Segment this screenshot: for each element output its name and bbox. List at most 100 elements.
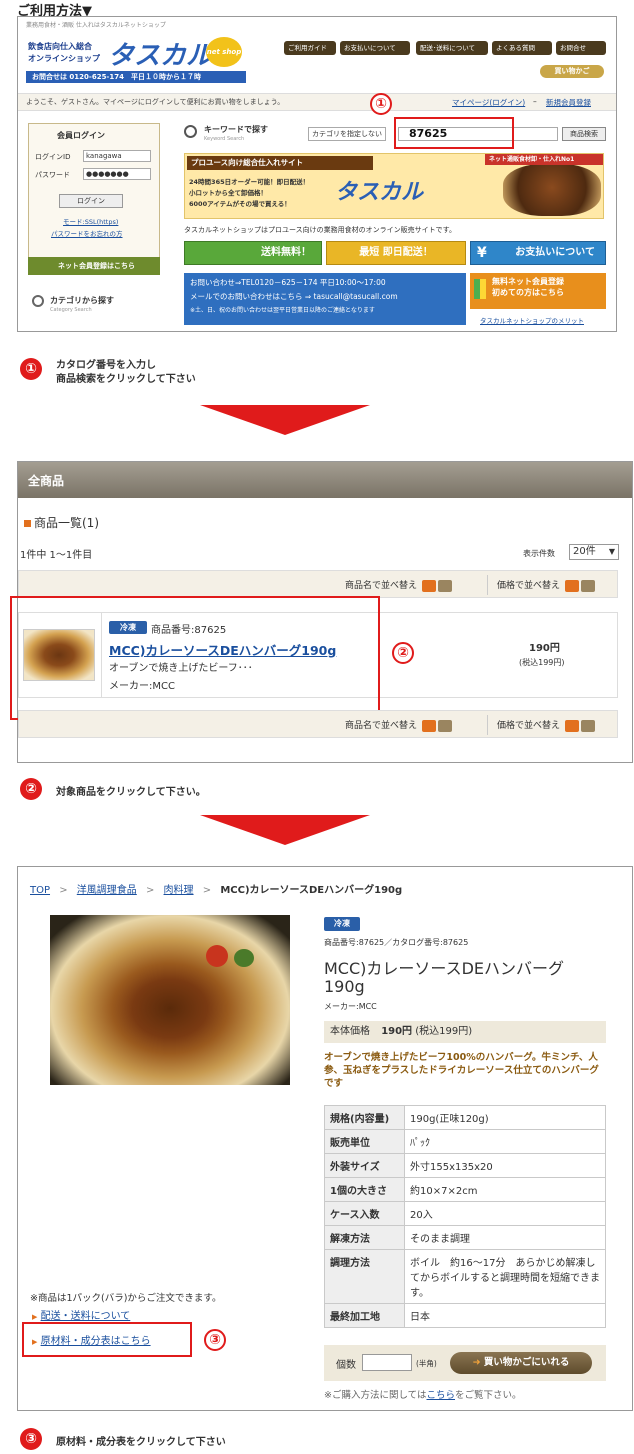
site-tagline: 業務用食材・酒販 仕入れはタスカルネットショップ [26, 22, 166, 29]
ssl-mode-link[interactable]: モード:SSL(https) [63, 216, 118, 226]
cart-box: 個数 (半角) ➜ 買い物かごにいれる [324, 1345, 606, 1381]
login-pw-input[interactable]: ●●●●●●● [83, 168, 151, 180]
sort-price-asc-button-bottom[interactable] [564, 719, 579, 732]
member-line2: 初めての方はこちら [492, 288, 564, 297]
payment-info-label: お支払いについて [515, 247, 595, 258]
logo-line1: 飲食店向仕入総合 [28, 42, 92, 51]
product-highlight [10, 596, 380, 720]
contact-line3: ※土、日、祝のお問い合わせは翌平日営業日以降のご連絡となります [190, 307, 375, 314]
spec-value: 20入 [404, 1201, 606, 1226]
product-image [50, 915, 290, 1085]
sort-bar-bottom: 商品名で並べ替え 価格で並べ替え [18, 710, 618, 738]
list-bullet [24, 520, 31, 527]
step2-marker: ② [392, 642, 414, 664]
login-button[interactable]: ログイン [59, 194, 123, 208]
sort-price-desc-button-bottom[interactable] [580, 719, 595, 732]
spec-value: 190g(正味120g) [404, 1105, 606, 1130]
payment-info-button[interactable]: ¥ お支払いについて [470, 241, 606, 265]
product-price-tax: (税込199円) [519, 658, 565, 667]
spec-key: ケース入数 [324, 1201, 405, 1226]
spec-key: 外装サイズ [324, 1153, 405, 1178]
step1-screenshot: 業務用食材・酒販 仕入れはタスカルネットショップ 飲食店向仕入総合 オンラインシ… [17, 16, 617, 332]
member-line1: 無料ネット会員登録 [492, 277, 564, 286]
login-box: 会員ログイン ログインID kanagawa パスワード ●●●●●●● ログイ… [28, 123, 160, 263]
breadcrumb-category[interactable]: 洋風調理食品 [77, 885, 137, 896]
sort-name-label-bottom: 商品名で並べ替え [345, 721, 418, 731]
site-logo[interactable]: 飲食店向仕入総合 オンラインショップ タスカル net shop お問合せは 0… [26, 31, 251, 83]
magnifier-icon [32, 295, 44, 307]
cart-button[interactable]: 買い物かご [540, 65, 604, 78]
frozen-badge-detail: 冷凍 [324, 917, 360, 931]
register-banner[interactable]: ネット会員登録はこちら [28, 257, 160, 275]
per-page-select[interactable]: 20件 ▼ [569, 544, 619, 560]
instruction2-text: 対象商品をクリックして下さい。 [56, 787, 206, 798]
order-note: ※商品は1パック(バラ)からご注文できます。 [30, 1293, 222, 1304]
shipping-link[interactable]: 配送・送料について [41, 1311, 131, 1322]
spec-value: ﾊﾟｯｸ [404, 1129, 606, 1154]
step3-screenshot: TOP > 洋風調理食品 > 肉料理 > MCC)カレーソースDEハンバーグ19… [17, 866, 633, 1411]
nav-guide[interactable]: ご利用ガイド [284, 41, 336, 55]
nav-payment[interactable]: お支払いについて [340, 41, 410, 55]
help-link[interactable]: こちら [427, 1390, 456, 1401]
product-title-line2: 190g [324, 977, 365, 996]
sort-name-desc-button[interactable] [437, 579, 452, 592]
breadcrumb-sep-2: > [145, 885, 155, 896]
add-to-cart-label: 買い物かごにいれる [483, 1357, 570, 1368]
help-suffix: をご覧下さい。 [455, 1390, 522, 1401]
instruction3-text: 原材料・成分表をクリックして下さい [56, 1437, 226, 1448]
help-prefix: ※ご購入方法に関しては [324, 1390, 427, 1401]
product-numbers: 商品番号:87625／カタログ番号:87625 [324, 938, 469, 947]
price-value: 190円 [381, 1026, 413, 1037]
search-highlight [394, 117, 514, 149]
contact-line2[interactable]: メールでのお問い合わせはこちら ⇒ tasucall@tasucall.com [190, 291, 460, 302]
category-sub: Category Search [50, 307, 92, 313]
arrow-down-2 [200, 815, 370, 845]
free-shipping-button[interactable]: 送料無料！ [184, 241, 322, 265]
breadcrumb-sep-3: > [202, 885, 212, 896]
breadcrumb-top[interactable]: TOP [30, 885, 50, 896]
instruction3-marker: ③ [20, 1428, 42, 1450]
price-tax: (税込199円) [415, 1026, 473, 1037]
qty-input[interactable] [362, 1354, 412, 1371]
hero-brand: タスカル [335, 180, 424, 205]
search-category-select[interactable]: カテゴリを指定しない [308, 127, 386, 141]
list-title: 商品一覧(1) [34, 516, 99, 530]
fast-delivery-button[interactable]: 最短 即日配送！ [326, 241, 466, 265]
spec-row: 調理方法 ボイル 約16〜17分 あらかじめ解凍してからボイルすると調理時間を短縮… [324, 1249, 606, 1304]
all-products-title: 全商品 [28, 474, 65, 488]
hero-title: プロユース向け総合仕入れサイト [187, 156, 373, 170]
register-link[interactable]: 新規会員登録 [546, 97, 591, 108]
sort-name-label: 商品名で並べ替え [345, 581, 418, 591]
spec-key: 規格(内容量) [324, 1105, 405, 1130]
garnish-tomato [206, 945, 228, 967]
all-products-header: 全商品 [18, 462, 632, 498]
forgot-password-link[interactable]: パスワードをお忘れの方 [51, 228, 123, 238]
free-shipping-label: 送料無料！ [261, 247, 311, 258]
add-to-cart-button[interactable]: ➜ 買い物かごにいれる [450, 1352, 592, 1374]
sort-name-asc-button[interactable] [421, 579, 436, 592]
login-id-input[interactable]: kanagawa [83, 150, 151, 162]
sort-name-asc-button-bottom[interactable] [421, 719, 436, 732]
search-sub: Keyword Search [204, 136, 245, 142]
cart-arrow-icon: ➜ [472, 1357, 481, 1368]
nav-faq[interactable]: よくある質問 [492, 41, 552, 55]
nav-shipping[interactable]: 配送･送料について [416, 41, 488, 55]
merit-link[interactable]: タスカルネットショップのメリット [480, 315, 584, 325]
hero-banner[interactable]: プロユース向け総合仕入れサイト 24時間365日オーダー可能！即日配送！ 小ロッ… [184, 153, 604, 219]
search-button[interactable]: 商品検索 [562, 127, 606, 141]
sort-price-asc-button[interactable] [564, 579, 579, 592]
sort-name-desc-button-bottom[interactable] [437, 719, 452, 732]
spec-key: 最終加工地 [324, 1303, 405, 1328]
spec-row: 外装サイズ 外寸155x135x20 [324, 1153, 606, 1178]
breadcrumb-current: MCC)カレーソースDEハンバーグ190g [220, 885, 403, 896]
sort-price-desc-button[interactable] [580, 579, 595, 592]
sort-divider-bottom [487, 715, 488, 735]
step1-marker: ① [370, 93, 392, 115]
member-banner[interactable]: 無料ネット会員登録 初めての方はこちら [470, 273, 606, 309]
mypage-link[interactable]: マイページ(ログイン) [452, 97, 525, 108]
spec-row: 解凍方法 そのまま調理 [324, 1225, 606, 1250]
sort-bar-top: 商品名で並べ替え 価格で並べ替え [18, 570, 618, 598]
breadcrumb-subcategory[interactable]: 肉料理 [164, 885, 194, 896]
nav-contact[interactable]: お問合せ [556, 41, 606, 55]
sort-by-price: 価格で並べ替え [497, 578, 595, 592]
